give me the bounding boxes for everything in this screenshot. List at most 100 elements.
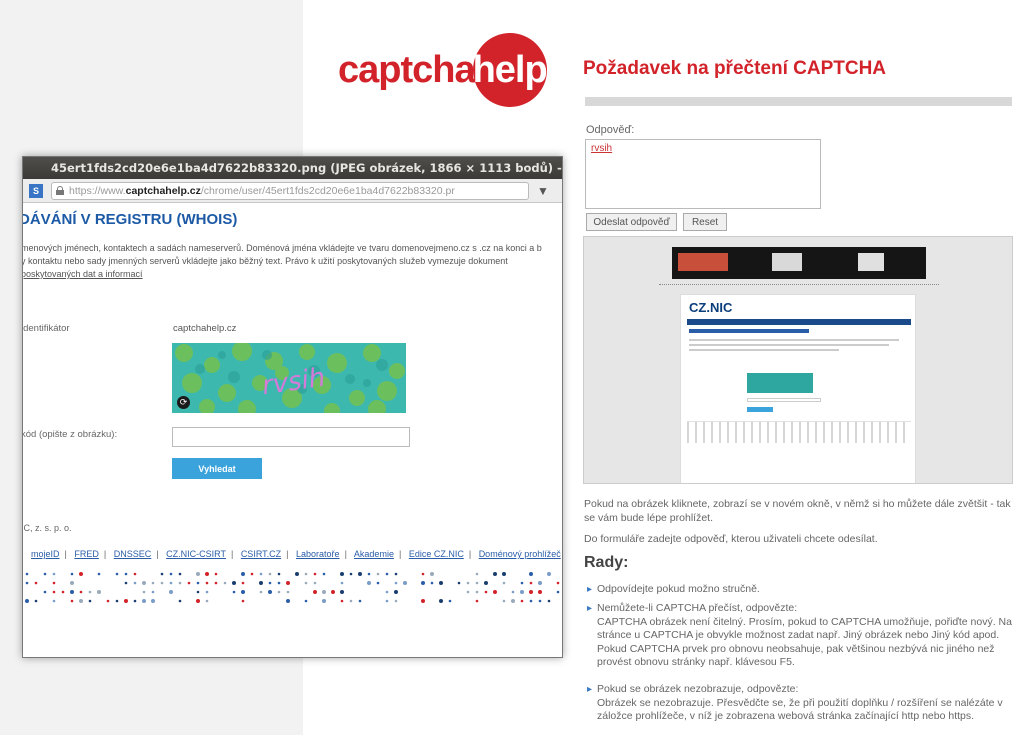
decorative-dot <box>556 590 560 594</box>
decorative-dot <box>439 581 443 585</box>
decorative-dot <box>304 599 308 603</box>
captcha-code-input[interactable] <box>172 427 410 447</box>
decorative-dot <box>385 572 389 576</box>
logo-text-captcha: captcha <box>338 48 476 91</box>
decorative-dot <box>466 581 470 585</box>
decorative-dot <box>25 599 29 603</box>
decorative-dot <box>106 599 110 603</box>
decorative-dot <box>529 599 533 603</box>
footer-link-akademie[interactable]: Akademie <box>354 549 394 559</box>
thumbnail-button <box>747 407 773 412</box>
browser-titlebar[interactable]: 45ert1fds2cd20e6e1ba4d7622b83320.png (JP… <box>23 157 562 179</box>
decorative-dot <box>142 599 146 603</box>
decorative-dot <box>70 599 74 603</box>
decorative-dot <box>124 581 128 585</box>
decorative-dot <box>340 599 344 603</box>
reset-button[interactable]: Reset <box>683 213 727 231</box>
tips-heading: Rady: <box>584 554 629 571</box>
decorative-dot <box>493 590 497 594</box>
decorative-dot <box>34 581 38 585</box>
decorative-dot <box>421 599 425 603</box>
decorative-dot <box>34 599 38 603</box>
browser-toolbar: S https://www. captchahelp.cz/chrome/user… <box>23 179 562 203</box>
decorative-dot <box>169 590 173 594</box>
reload-captcha-icon[interactable]: ⟳ <box>177 396 190 409</box>
decorative-dot <box>547 572 551 576</box>
url-field[interactable]: https://www. captchahelp.cz/chrome/user/4… <box>51 181 529 200</box>
search-button[interactable]: Vyhledat <box>172 458 262 479</box>
organization-text: IC, z. s. p. o. <box>23 523 72 533</box>
whois-terms-link[interactable]: poskytovaných dat a informací <box>23 269 143 279</box>
decorative-dot <box>286 581 290 585</box>
decorative-dot <box>529 590 533 594</box>
decorative-dot <box>259 590 263 594</box>
decorative-dot <box>196 581 200 585</box>
decorative-dot <box>250 572 254 576</box>
decorative-dot <box>97 590 101 594</box>
tip-2-line: stránce u CAPTCHA je obvykle možnost zad… <box>597 629 1000 641</box>
thumbnail-captcha-image <box>747 373 813 393</box>
footer-link-dnssec[interactable]: DNSSEC <box>114 549 152 559</box>
decorative-dot <box>484 581 488 585</box>
decorative-dot <box>376 581 380 585</box>
decorative-dot <box>511 599 515 603</box>
footer-link-laboratore[interactable]: Laboratoře <box>296 549 340 559</box>
captcha-screenshot-thumbnail[interactable]: CZ.NIC <box>583 236 1013 484</box>
tip-2-line: Pokud CAPTCHA prvek pro obnovu neobsahuj… <box>597 642 995 655</box>
footer-link-csirt-cz[interactable]: CSIRT.CZ <box>241 549 281 559</box>
arrow-icon: ▸ <box>587 584 593 595</box>
decorative-dot <box>268 581 272 585</box>
tip-1-text: Odpovídejte pokud možno stručně. <box>597 583 760 595</box>
decorative-dot <box>196 599 200 603</box>
decorative-dot <box>520 581 524 585</box>
send-answer-button[interactable]: Odeslat odpověď <box>586 213 677 231</box>
decorative-dot <box>178 572 182 576</box>
footer-link-edice[interactable]: Edice CZ.NIC <box>409 549 464 559</box>
decorative-dot <box>331 590 335 594</box>
footer-link-csirt[interactable]: CZ.NIC-CSIRT <box>166 549 226 559</box>
decorative-dot <box>133 599 137 603</box>
decorative-dot <box>160 572 164 576</box>
browser-window: 45ert1fds2cd20e6e1ba4d7622b83320.png (JP… <box>22 156 563 658</box>
info-text-line1: Pokud na obrázek kliknete, zobrazí se v … <box>584 498 1011 510</box>
tip-2-line: provést obnovu stránky např. klávesou F5… <box>597 656 795 668</box>
decorative-dot <box>241 599 245 603</box>
decorative-dot <box>322 572 326 576</box>
footer-link-fred[interactable]: FRED <box>74 549 99 559</box>
decorative-dot-pattern <box>25 572 560 603</box>
footer-link-mojeid[interactable]: mojeID <box>31 549 60 559</box>
captcha-image[interactable]: rvsih ⟳ <box>172 343 406 413</box>
tip-3-line: Obrázek se nezobrazuje. Přesvědčte se, ž… <box>597 696 1003 709</box>
decorative-dot <box>277 572 281 576</box>
decorative-dot <box>25 581 29 585</box>
url-prefix: https://www. <box>69 184 126 197</box>
decorative-dot <box>529 572 533 576</box>
decorative-dot <box>205 572 209 576</box>
decorative-dot <box>52 572 56 576</box>
decorative-dot <box>520 590 524 594</box>
decorative-dot <box>349 572 353 576</box>
decorative-dot <box>196 572 200 576</box>
decorative-dot <box>52 599 56 603</box>
decorative-dot <box>70 581 74 585</box>
decorative-dot <box>475 599 479 603</box>
tip-2-title: Nemůžete-li CAPTCHA přečíst, odpovězte: <box>597 602 798 614</box>
identifier-value: captchahelp.cz <box>173 323 237 334</box>
captchahelp-logo[interactable]: captcha help <box>338 33 548 107</box>
decorative-dot <box>403 581 407 585</box>
site-identity-icon[interactable]: S <box>29 183 43 198</box>
decorative-dot <box>133 572 137 576</box>
decorative-dot <box>79 599 83 603</box>
decorative-dot <box>340 572 344 576</box>
decorative-dot <box>214 581 218 585</box>
code-label: kód (opište z obrázku): <box>23 429 118 440</box>
decorative-dot <box>277 590 281 594</box>
decorative-dot <box>88 599 92 603</box>
lock-icon <box>56 186 64 195</box>
decorative-dot <box>169 572 173 576</box>
decorative-dot <box>322 599 326 603</box>
menu-icon[interactable]: ▼ <box>537 184 549 198</box>
whois-text-line: menových jménech, kontaktech a sadách na… <box>23 243 542 253</box>
footer-link-domain-browser[interactable]: Doménový prohlížeč <box>479 549 561 559</box>
answer-textarea[interactable]: rvsih <box>585 139 821 209</box>
